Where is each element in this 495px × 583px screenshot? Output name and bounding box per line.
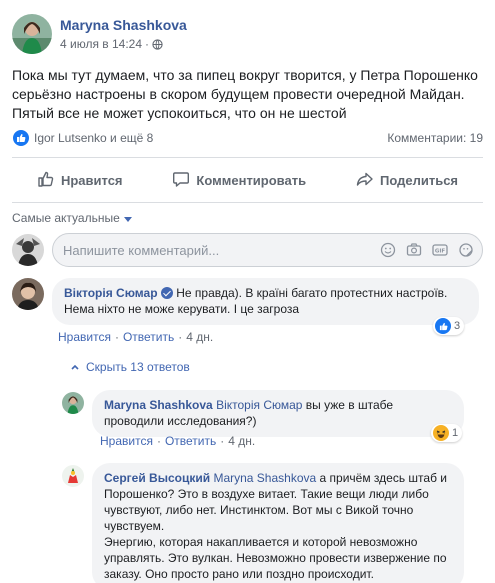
haha-reaction-icon [433, 425, 449, 441]
post-date[interactable]: 4 июля в 14:24 [60, 37, 142, 51]
reply-avatar[interactable] [62, 465, 84, 487]
comment-input[interactable] [63, 242, 379, 258]
comment-item: Вікторія Сюмар Не правда). В країні бага… [12, 278, 479, 325]
verified-badge-icon [160, 287, 173, 299]
comment-label: Комментировать [196, 172, 307, 188]
reply-like-link[interactable]: Нравится [100, 434, 153, 448]
thumbs-up-icon [37, 170, 55, 191]
separator-dot: · [114, 330, 119, 344]
divider [12, 157, 483, 158]
comment-sort-dropdown[interactable]: Самые актуальные [12, 211, 132, 225]
like-reaction-icon [12, 129, 30, 147]
reply-avatar[interactable] [62, 392, 84, 414]
reactions-summary: Igor Lutsenko и ещё 8 Комментарии: 19 [12, 128, 483, 148]
reactions-people[interactable]: Igor Lutsenko и ещё 8 [12, 129, 153, 147]
separator-dot: · [145, 37, 150, 51]
hide-replies-label: Скрыть 13 ответов [86, 360, 190, 374]
emoji-icon[interactable] [379, 242, 396, 259]
reply-reply-link[interactable]: Ответить [165, 434, 216, 448]
comment-input-field[interactable]: GIF [52, 233, 483, 267]
reactions-names[interactable]: Igor Lutsenko и ещё 8 [34, 131, 153, 145]
share-label: Поделиться [380, 172, 459, 188]
reply-bubble: Maryna Shashkova Вікторія Сюмар вы уже в… [92, 390, 464, 437]
post-header: Maryna Shashkova 4 июля в 14:24 · [12, 12, 187, 56]
like-label: Нравится [60, 172, 123, 188]
chevron-up-icon [71, 364, 79, 370]
reply-item: Сергей Высоцкий Maryna Shashkova а причё… [62, 463, 464, 583]
commenter-avatar[interactable] [12, 278, 44, 310]
gif-icon[interactable]: GIF [431, 242, 448, 259]
sort-label: Самые актуальные [12, 211, 120, 225]
post-actions: Нравится Комментировать Поделиться [12, 165, 483, 195]
comment-bubble: Вікторія Сюмар Не правда). В країні бага… [52, 278, 479, 325]
post-text: Пока мы тут думаем, что за пипец вокруг … [12, 67, 478, 121]
like-reaction-icon [435, 318, 451, 334]
reaction-number: 1 [452, 427, 459, 439]
reply-reaction-count[interactable]: 1 [431, 424, 463, 442]
reply-author-name[interactable]: Maryna Shashkova [104, 398, 213, 412]
reply-bubble: Сергей Высоцкий Maryna Shashkova а причё… [92, 463, 464, 583]
comment-button[interactable]: Комментировать [172, 170, 306, 191]
comment-reply-link[interactable]: Ответить [123, 330, 174, 344]
svg-text:GIF: GIF [434, 249, 445, 255]
reply-author-name[interactable]: Сергей Высоцкий [104, 471, 210, 485]
separator-dot: · [178, 330, 183, 344]
caret-down-icon [123, 216, 132, 222]
comments-count[interactable]: Комментарии: 19 [387, 131, 483, 145]
sticker-icon[interactable] [457, 242, 474, 259]
globe-icon[interactable] [152, 38, 163, 50]
reply-item: Maryna Shashkova Вікторія Сюмар вы уже в… [62, 390, 464, 437]
separator-dot: · [220, 434, 225, 448]
share-arrow-icon [356, 170, 374, 191]
share-button[interactable]: Поделиться [356, 170, 458, 191]
post-author-name[interactable]: Maryna Shashkova [60, 17, 187, 33]
author-avatar[interactable] [12, 14, 52, 54]
separator-dot: · [156, 434, 161, 448]
like-button[interactable]: Нравится [37, 170, 123, 191]
comment-time[interactable]: 4 дн. [186, 330, 213, 344]
reply-mention[interactable]: Maryna Shashkova [213, 471, 316, 485]
comment-like-link[interactable]: Нравится [58, 330, 111, 344]
commenter-name[interactable]: Вікторія Сюмар [64, 286, 158, 300]
reaction-number: 3 [454, 320, 461, 332]
speech-bubble-icon [172, 170, 190, 191]
reply-text-continued: Энергию, которая накапливается и которой… [104, 535, 447, 581]
hide-replies-toggle[interactable]: Скрыть 13 ответов [70, 360, 190, 374]
current-user-avatar[interactable] [12, 234, 44, 266]
comment-composer: GIF [12, 233, 483, 267]
reply-actions: Нравится · Ответить · 4 дн. [100, 434, 255, 448]
divider [12, 202, 483, 203]
camera-icon[interactable] [405, 242, 422, 259]
reply-time[interactable]: 4 дн. [228, 434, 255, 448]
reply-mention[interactable]: Вікторія Сюмар [216, 398, 302, 412]
comment-reaction-count[interactable]: 3 [433, 317, 465, 335]
comment-actions: Нравится · Ответить · 4 дн. [58, 330, 213, 344]
